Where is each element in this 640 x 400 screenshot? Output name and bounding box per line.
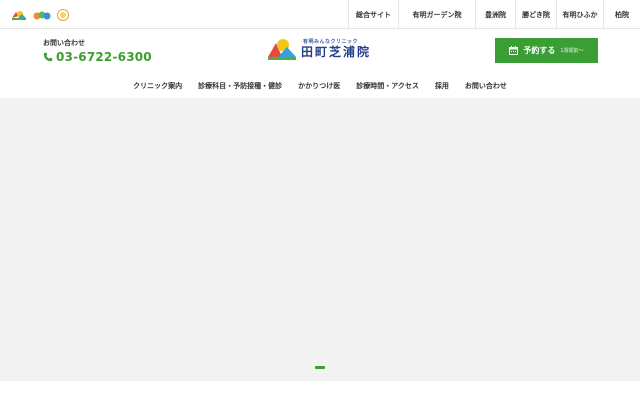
nav-item-hours-access[interactable]: 診療時間・アクセス: [356, 81, 419, 91]
clinic-logo[interactable]: 有明みんなクリニック 田町芝浦院: [267, 37, 371, 61]
site-link-ariake-garden[interactable]: 有明ガーデン院: [398, 0, 475, 29]
site-link-general[interactable]: 総合サイト: [348, 0, 398, 29]
group-logo-icon[interactable]: [11, 9, 27, 21]
slider-pagination: [0, 366, 640, 369]
main-nav: クリニック案内 診療科目・予防接種・健診 かかりつけ医 診療時間・アクセス 採用…: [0, 74, 640, 98]
calendar-icon: [509, 46, 519, 55]
nav-item-recruit[interactable]: 採用: [435, 81, 449, 91]
slider-dot[interactable]: [315, 366, 325, 369]
reserve-label: 予約する: [523, 46, 556, 55]
page-content-start: [0, 381, 640, 400]
site-link-kashiwa[interactable]: 柏院: [603, 0, 640, 29]
reserve-button[interactable]: 予約する 1週間前～: [495, 38, 598, 63]
phone-number: 03-6722-6300: [56, 50, 152, 64]
clinic-branch-name: 田町芝浦院: [301, 45, 372, 59]
hero-slider: [0, 98, 640, 381]
site-links: 総合サイト 有明ガーデン院 豊洲院 勝どき院 有明ひふか 柏院: [348, 0, 640, 29]
site-link-toyosu[interactable]: 豊洲院: [475, 0, 515, 29]
nav-item-contact[interactable]: お問い合わせ: [465, 81, 507, 91]
group-logos: [11, 6, 69, 24]
site-link-kachidoki[interactable]: 勝どき院: [515, 0, 556, 29]
nav-item-clinic-guide[interactable]: クリニック案内: [133, 81, 182, 91]
nav-item-departments[interactable]: 診療科目・予防接種・健診: [198, 81, 282, 91]
site-header: お問い合わせ 03-6722-6300 有明みんなクリニック 田町芝浦院 予約す…: [0, 29, 640, 74]
reserve-note: 1週間前～: [560, 48, 584, 54]
clinic-name-block: 有明みんなクリニック 田町芝浦院: [301, 38, 371, 60]
nav-item-family-doctor[interactable]: かかりつけ医: [298, 81, 340, 91]
phone-icon: [43, 52, 53, 62]
clinic-logo-icon: [268, 39, 296, 60]
contact-label: お問い合わせ: [43, 39, 85, 47]
sub-logo-icon[interactable]: [57, 9, 69, 21]
contact-block: お問い合わせ 03-6722-6300: [43, 39, 152, 64]
site-link-ariake-hifuka[interactable]: 有明ひふか: [556, 0, 603, 29]
kids-logo-icon[interactable]: [33, 9, 51, 21]
clinic-group-name: 有明みんなクリニック: [303, 39, 359, 45]
phone-link[interactable]: 03-6722-6300: [43, 50, 152, 64]
top-bar: 総合サイト 有明ガーデン院 豊洲院 勝どき院 有明ひふか 柏院: [0, 0, 640, 29]
